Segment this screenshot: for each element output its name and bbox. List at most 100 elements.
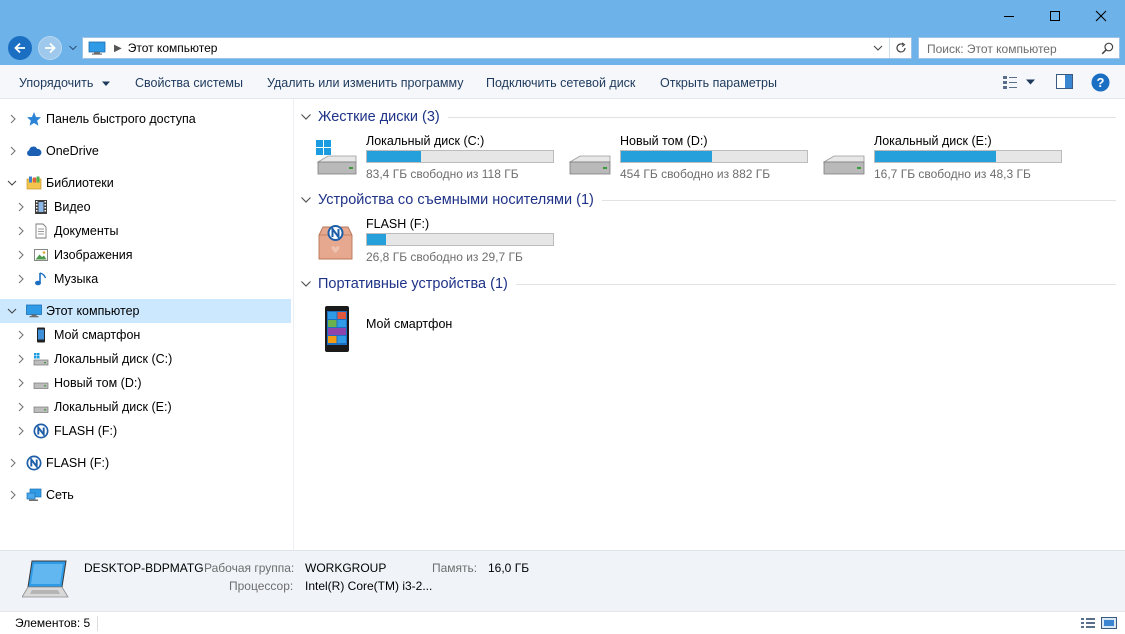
search-box[interactable]: Поиск: Этот компьютер [918,37,1120,59]
chevron-right-icon[interactable] [16,402,26,412]
address-history-button[interactable] [871,41,885,55]
minimize-icon [1004,16,1014,17]
organize-button[interactable]: Упорядочить [19,76,110,90]
nav-label: Мой смартфон [54,328,141,342]
nav-item-disk-d[interactable]: Новый том (D:) [0,371,291,395]
nav-item-this-pc[interactable]: Этот компьютер [0,299,291,323]
breadcrumb-this-pc[interactable]: Этот компьютер [128,41,218,55]
chevron-down-icon[interactable] [300,111,312,123]
nav-label: Сеть [46,488,74,502]
computer-icon [26,304,42,318]
group-header-hard-drives[interactable]: Жесткие диски (3) [300,107,1116,127]
hard-drive-icon [568,155,611,175]
nav-item-quick-access[interactable]: Панель быстрого доступа [0,107,291,131]
chevron-down-icon [101,81,110,86]
nav-item-images[interactable]: Изображения [0,243,291,267]
device-item-smartphone[interactable]: Мой смартфон [314,301,564,352]
nav-item-documents[interactable]: Документы [0,219,291,243]
workgroup-label: Рабочая группа: [204,561,295,575]
view-options-dropdown-icon[interactable] [1026,79,1035,85]
hard-drive-icon [33,406,49,413]
memory-label: Память: [432,561,478,575]
nav-item-flash-child[interactable]: FLASH (F:) [0,419,291,443]
drive-free-space: 454 ГБ свободно из 882 ГБ [620,167,771,181]
breadcrumb-separator[interactable]: ▶ [114,43,122,54]
nav-item-video[interactable]: Видео [0,195,291,219]
nav-label: Документы [54,224,119,238]
group-title: Портативные устройства (1) [318,276,508,292]
group-header-portable[interactable]: Портативные устройства (1) [300,274,1116,294]
chevron-down-icon[interactable] [300,278,312,290]
nav-item-flash-root[interactable]: FLASH (F:) [0,451,291,475]
chevron-down-icon[interactable] [7,178,17,188]
chevron-right-icon[interactable] [8,114,18,124]
chevron-right-icon[interactable] [16,354,26,364]
maximize-button[interactable] [1032,0,1078,32]
drive-free-space: 16,7 ГБ свободно из 48,3 ГБ [874,167,1031,181]
help-icon[interactable]: ? [1091,73,1110,92]
drive-item-e[interactable]: Локальный диск (E:) 16,7 ГБ свободно из … [822,134,1072,184]
nav-item-smartphone[interactable]: Мой смартфон [0,323,291,347]
details-view-icon[interactable] [1080,615,1096,631]
chevron-right-icon[interactable] [16,226,26,236]
chevron-right-icon[interactable] [16,250,26,260]
minimize-button[interactable] [986,0,1032,32]
nav-label: OneDrive [46,144,99,158]
drive-name: FLASH (F:) [366,217,430,231]
content-pane: Жесткие диски (3) Локальный диск (C:) 83… [294,99,1125,550]
status-separator [97,616,98,631]
chevron-right-icon[interactable] [16,426,26,436]
change-view-icon[interactable] [1002,74,1018,90]
group-header-removable[interactable]: Устройства со съемными носителями (1) [300,190,1116,210]
large-icons-view-icon[interactable] [1101,615,1117,631]
chevron-right-icon[interactable] [16,274,26,284]
drive-item-c[interactable]: Локальный диск (C:) 83,4 ГБ свободно из … [314,134,564,184]
map-network-drive-button[interactable]: Подключить сетевой диск [486,76,635,90]
smartphone-icon [325,306,349,352]
star-icon [27,112,41,126]
arrow-left-icon [14,42,25,54]
forward-button[interactable] [38,36,62,60]
nav-item-onedrive[interactable]: OneDrive [0,139,291,163]
nav-item-music[interactable]: Музыка [0,267,291,291]
arrow-right-icon [45,42,56,54]
open-settings-button[interactable]: Открыть параметры [660,76,777,90]
nav-item-disk-e[interactable]: Локальный диск (E:) [0,395,291,419]
workgroup-value: WORKGROUP [305,561,387,575]
drive-name: Локальный диск (E:) [874,134,992,148]
chevron-down-icon[interactable] [7,306,17,316]
film-icon [35,200,47,214]
memory-value: 16,0 ГБ [488,561,530,575]
navigation-pane: Панель быстрого доступа OneDrive Библиот… [0,99,294,550]
drive-usage-bar [620,150,808,163]
chevron-down-icon[interactable] [300,194,312,206]
chevron-right-icon[interactable] [8,146,18,156]
system-drive-icon [33,353,49,366]
preview-pane-icon[interactable] [1056,74,1073,89]
refresh-button[interactable] [889,38,911,58]
nav-item-libraries[interactable]: Библиотеки [0,171,291,195]
nav-label: Библиотеки [46,176,114,190]
drive-free-space: 26,8 ГБ свободно из 29,7 ГБ [366,250,523,264]
uninstall-program-button[interactable]: Удалить или изменить программу [267,76,464,90]
nav-item-network[interactable]: Сеть [0,483,291,507]
drive-item-d[interactable]: Новый том (D:) 454 ГБ свободно из 882 ГБ [568,134,818,184]
organize-label: Упорядочить [19,76,94,90]
drive-usage-bar [874,150,1062,163]
status-bar: Элементов: 5 [0,611,1125,634]
chevron-right-icon[interactable] [8,458,18,468]
chevron-right-icon[interactable] [16,330,26,340]
picture-icon [34,249,48,261]
chevron-right-icon[interactable] [16,202,26,212]
system-properties-button[interactable]: Свойства системы [135,76,243,90]
search-icon[interactable] [1101,42,1114,55]
recent-locations-button[interactable] [68,41,78,55]
close-button[interactable] [1078,0,1124,32]
drive-item-flash[interactable]: FLASH (F:) 26,8 ГБ свободно из 29,7 ГБ [314,217,564,267]
search-placeholder[interactable]: Поиск: Этот компьютер [927,42,1057,56]
nav-item-disk-c[interactable]: Локальный диск (C:) [0,347,291,371]
back-button[interactable] [8,36,32,60]
chevron-right-icon[interactable] [16,378,26,388]
address-bar[interactable]: ▶ Этот компьютер [82,37,912,59]
chevron-right-icon[interactable] [8,490,18,500]
